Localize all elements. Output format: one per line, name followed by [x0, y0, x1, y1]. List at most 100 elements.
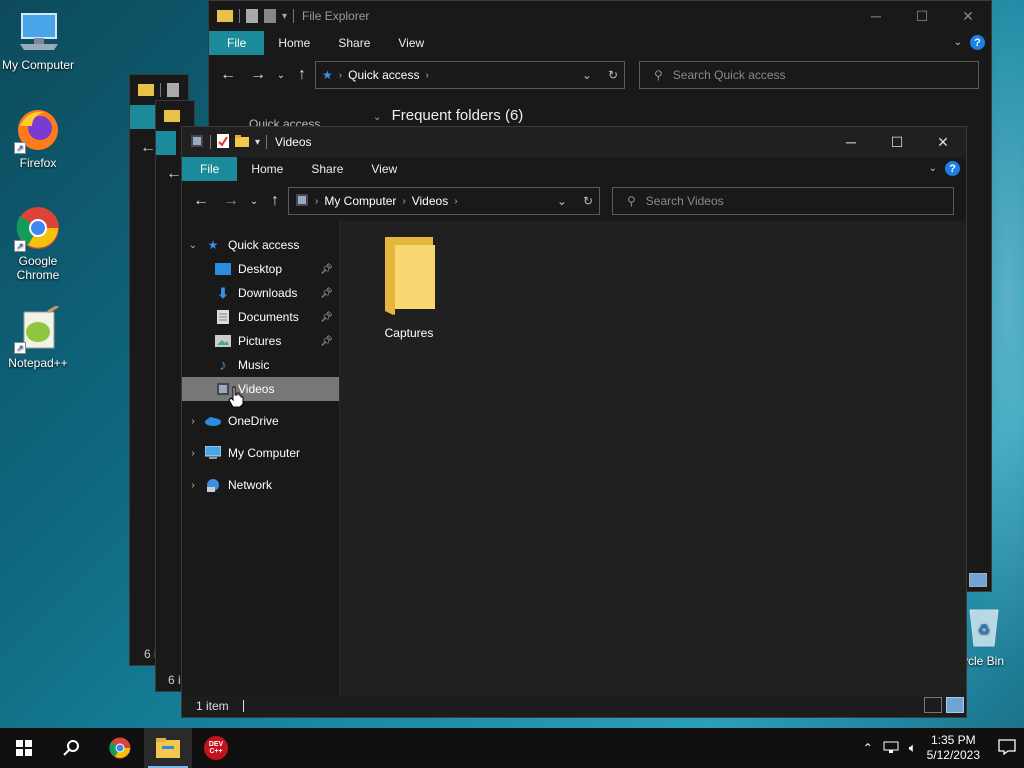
- folder-icon: [156, 738, 180, 758]
- nav-pictures[interactable]: Pictures 📌︎: [182, 329, 339, 353]
- file-list-pane[interactable]: Captures: [340, 221, 966, 695]
- volume-icon[interactable]: 🔈︎: [909, 740, 917, 756]
- chevron-down-icon[interactable]: ⌄: [557, 194, 567, 208]
- recent-locations-button[interactable]: ⌄: [273, 70, 289, 81]
- help-icon[interactable]: ?: [945, 161, 960, 176]
- large-icons-view-icon[interactable]: [969, 573, 987, 587]
- status-item-count: 1 item: [196, 699, 229, 713]
- nav-my-computer[interactable]: › My Computer: [182, 441, 339, 465]
- new-folder-icon[interactable]: [235, 134, 249, 150]
- properties-icon[interactable]: [217, 133, 229, 151]
- desktop-icon-google-chrome[interactable]: ↗ Google Chrome: [0, 204, 76, 282]
- properties-icon[interactable]: [167, 83, 179, 97]
- nav-label: Desktop: [238, 262, 283, 276]
- chevron-down-icon[interactable]: ⌄: [582, 68, 592, 82]
- forward-button[interactable]: →: [243, 66, 273, 84]
- title-bar[interactable]: ▾ File Explorer ─ ☐ ✕: [209, 1, 991, 31]
- tab-home[interactable]: Home: [264, 31, 324, 55]
- desktop-icon-notepad-plus-plus[interactable]: ↗ Notepad++: [0, 304, 76, 370]
- clock[interactable]: 1:35 PM 5/12/2023: [927, 733, 980, 763]
- notification-icon[interactable]: [998, 738, 1016, 758]
- chevron-right-icon[interactable]: ›: [182, 480, 204, 491]
- pin-icon[interactable]: 📌︎: [320, 288, 333, 299]
- forward-button[interactable]: →: [216, 192, 246, 210]
- tab-view[interactable]: View: [357, 157, 411, 181]
- chevron-down-icon[interactable]: ▾: [282, 11, 287, 22]
- nav-documents[interactable]: Documents 📌︎: [182, 305, 339, 329]
- title-bar[interactable]: ▾ Videos ─ ☐ ✕: [182, 127, 966, 157]
- pin-icon[interactable]: 📌︎: [320, 336, 333, 347]
- folder-icon[interactable]: [217, 10, 233, 22]
- minimize-button[interactable]: ─: [828, 127, 874, 157]
- section-header[interactable]: ⌄ Frequent folders (6): [373, 107, 523, 124]
- folder-icon[interactable]: [164, 110, 180, 122]
- taskbar-dev-cpp[interactable]: DEV C++: [192, 728, 240, 768]
- expand-ribbon-icon[interactable]: ⌄: [954, 37, 962, 48]
- breadcrumb-my-computer[interactable]: My Computer: [324, 194, 396, 208]
- chevron-down-icon[interactable]: ▾: [255, 137, 260, 148]
- nav-onedrive[interactable]: › OneDrive: [182, 409, 339, 433]
- up-button[interactable]: ↑: [262, 192, 288, 210]
- taskbar-chrome[interactable]: [96, 728, 144, 768]
- desktop-icon-label: Firefox: [19, 156, 57, 170]
- tab-view[interactable]: View: [384, 31, 438, 55]
- expand-ribbon-icon[interactable]: ⌄: [929, 163, 937, 174]
- download-arrow-icon: ⬇: [217, 284, 229, 301]
- video-folder-icon[interactable]: [190, 134, 204, 151]
- recent-locations-button[interactable]: ⌄: [246, 196, 262, 207]
- nav-downloads[interactable]: ⬇ Downloads 📌︎: [182, 281, 339, 305]
- address-bar[interactable]: ★ › Quick access › ⌄ ↻: [315, 61, 625, 89]
- folder-icon[interactable]: [138, 84, 154, 96]
- close-button[interactable]: ✕: [920, 127, 966, 157]
- maximize-button[interactable]: ☐: [874, 127, 920, 157]
- chevron-right-icon[interactable]: ›: [182, 416, 204, 427]
- tab-home[interactable]: Home: [237, 157, 297, 181]
- taskbar-file-explorer[interactable]: [144, 728, 192, 768]
- up-button[interactable]: ↑: [289, 66, 315, 84]
- help-icon[interactable]: ?: [970, 35, 985, 50]
- nav-music[interactable]: ♪ Music: [182, 353, 339, 377]
- details-view-icon[interactable]: [924, 697, 942, 713]
- back-button[interactable]: ←: [213, 66, 243, 84]
- refresh-icon[interactable]: ↻: [583, 194, 593, 208]
- search-box[interactable]: ⚲ Search Videos: [612, 187, 954, 215]
- large-icons-view-icon[interactable]: [946, 697, 964, 713]
- properties-icon[interactable]: [246, 9, 258, 23]
- back-button[interactable]: ←: [186, 192, 216, 210]
- nav-network[interactable]: › Network: [182, 473, 339, 497]
- breadcrumb-videos[interactable]: Videos: [412, 194, 448, 208]
- nav-videos[interactable]: Videos: [182, 377, 339, 401]
- network-icon[interactable]: [883, 740, 899, 757]
- start-button[interactable]: [0, 728, 48, 768]
- search-box[interactable]: ⚲ Search Quick access: [639, 61, 979, 89]
- maximize-button[interactable]: ☐: [899, 1, 945, 31]
- pin-icon[interactable]: 📌︎: [320, 264, 333, 275]
- tab-file[interactable]: File: [182, 157, 238, 181]
- nav-quick-access[interactable]: ⌄ ★ Quick access: [182, 233, 339, 257]
- refresh-icon[interactable]: ↻: [608, 68, 618, 82]
- chevron-up-icon[interactable]: ⌃: [863, 741, 873, 755]
- navigation-pane[interactable]: ⌄ ★ Quick access Desktop 📌︎ ⬇ Downloads …: [182, 221, 340, 695]
- back-button[interactable]: ←: [140, 139, 156, 157]
- desktop-icon-my-computer[interactable]: My Computer: [0, 8, 76, 72]
- tab-share[interactable]: Share: [297, 157, 357, 181]
- nav-label: OneDrive: [228, 414, 279, 428]
- desktop-icon-firefox[interactable]: ↗ Firefox: [0, 106, 76, 170]
- close-button[interactable]: ✕: [945, 1, 991, 31]
- back-button[interactable]: ←: [166, 165, 182, 183]
- pin-icon[interactable]: 📌︎: [320, 312, 333, 323]
- chevron-right-icon[interactable]: ›: [182, 448, 204, 459]
- nav-label: My Computer: [228, 446, 301, 460]
- minimize-button[interactable]: ─: [853, 1, 899, 31]
- nav-desktop[interactable]: Desktop 📌︎: [182, 257, 339, 281]
- tab-file[interactable]: File: [209, 31, 265, 55]
- breadcrumb-quick-access[interactable]: Quick access: [348, 68, 419, 82]
- tab-file[interactable]: [156, 131, 176, 155]
- chevron-down-icon[interactable]: ⌄: [182, 240, 204, 251]
- search-button[interactable]: [48, 728, 96, 768]
- window-file-explorer-videos[interactable]: ▾ Videos ─ ☐ ✕ File Home Share View ⌄ ? …: [181, 126, 967, 718]
- address-bar[interactable]: › My Computer › Videos › ⌄ ↻: [288, 187, 600, 215]
- folder-item-captures[interactable]: Captures: [376, 233, 442, 340]
- tab-share[interactable]: Share: [324, 31, 384, 55]
- new-folder-icon[interactable]: [264, 9, 276, 23]
